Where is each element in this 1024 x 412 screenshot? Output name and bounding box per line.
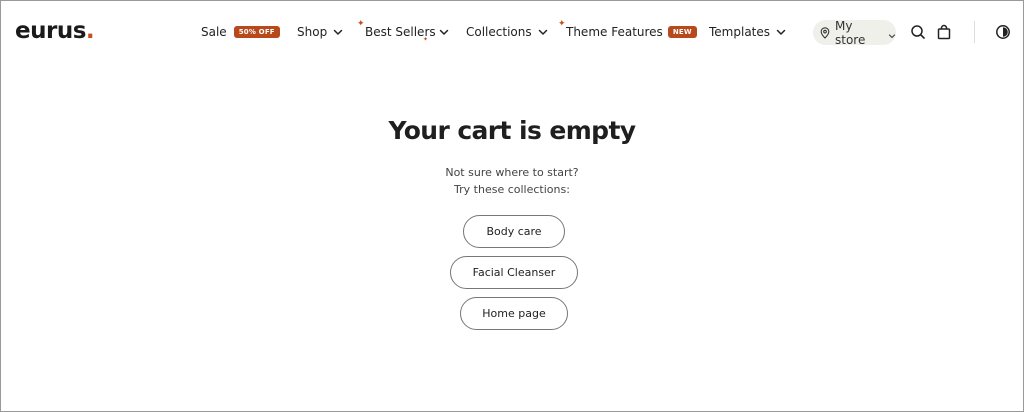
cart-empty-section: Your cart is empty Not sure where to sta… <box>1 63 1023 411</box>
nav-item-best-sellers[interactable]: ✦ Best Sellers ✦ <box>357 20 450 43</box>
location-pin-icon <box>819 26 831 39</box>
header-divider <box>974 21 975 43</box>
collection-button-body-care[interactable]: Body care <box>463 215 565 248</box>
nav-item-templates-label: Templates <box>709 25 771 39</box>
page-frame: eurus. Sale 50% OFF Shop ✦ Best Sellers … <box>0 0 1024 412</box>
chevron-down-icon <box>775 26 787 38</box>
chevron-down-icon <box>438 26 450 38</box>
chevron-down-icon <box>537 26 549 38</box>
brand-logo[interactable]: eurus. <box>15 16 95 46</box>
nav-item-shop[interactable]: Shop <box>297 23 344 41</box>
nav-item-shop-label: Shop <box>297 25 328 39</box>
nav-item-theme-features[interactable]: ✦ Theme Features NEW <box>558 20 697 41</box>
nav-item-collections-label: Collections <box>466 25 532 39</box>
search-icon[interactable] <box>910 24 926 40</box>
contrast-toggle-icon[interactable] <box>995 24 1011 40</box>
nav-item-templates[interactable]: Templates <box>709 23 787 41</box>
sparkle-icon: ✦ <box>558 19 566 29</box>
chevron-down-icon <box>888 29 896 38</box>
collection-button-home-page[interactable]: Home page <box>460 297 568 330</box>
brand-logo-dot: . <box>85 18 95 44</box>
nav-item-collections[interactable]: Collections <box>466 23 549 41</box>
collection-button-facial-cleanser[interactable]: Facial Cleanser <box>450 256 578 289</box>
cart-subtitle-line1: Not sure where to start? <box>445 166 579 179</box>
sparkle-icon: ✦ <box>423 36 429 43</box>
new-badge: NEW <box>667 26 697 38</box>
page-title: Your cart is empty <box>388 116 637 145</box>
sale-badge: 50% OFF <box>233 26 280 38</box>
site-header: eurus. Sale 50% OFF Shop ✦ Best Sellers … <box>1 1 1023 63</box>
nav-item-sale-label: Sale <box>201 25 227 39</box>
store-selector-label: My store <box>835 18 866 47</box>
nav-item-sale[interactable]: Sale 50% OFF <box>201 23 280 41</box>
nav-item-theme-features-label: Theme Features <box>566 25 663 39</box>
sparkle-icon: ✦ <box>357 19 365 29</box>
brand-logo-text: eurus <box>15 18 86 44</box>
cart-subtitle-line2: Try these collections: <box>454 183 570 196</box>
chevron-down-icon <box>332 26 344 38</box>
store-selector-button[interactable]: My store <box>813 18 896 47</box>
shopping-bag-icon[interactable] <box>936 24 952 40</box>
